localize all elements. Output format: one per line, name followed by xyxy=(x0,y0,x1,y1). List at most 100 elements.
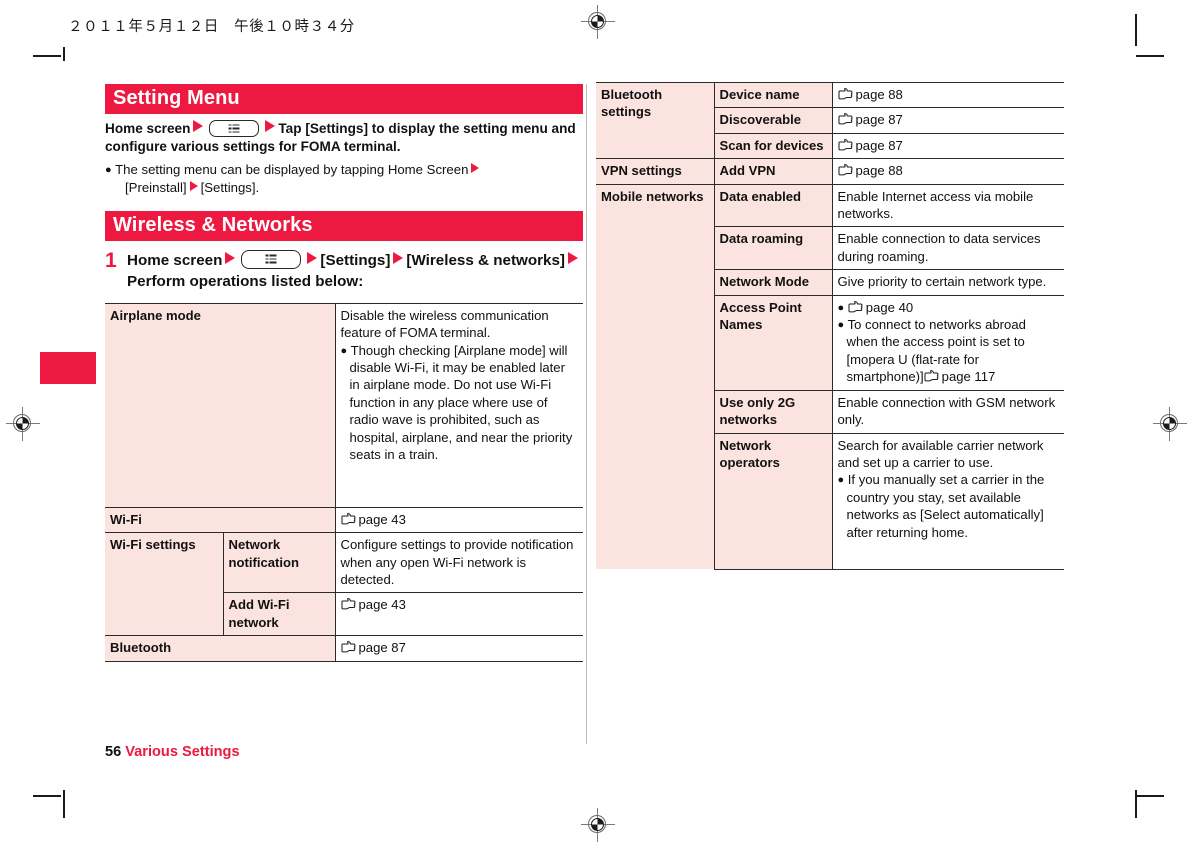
desc-text: Search for available carrier network and… xyxy=(837,437,1044,470)
left-column: Setting Menu Home screen Tap [Settings] t… xyxy=(105,84,583,662)
pointing-hand-icon xyxy=(837,88,853,101)
page-ref: page 40 xyxy=(865,299,914,315)
column-divider xyxy=(586,84,587,744)
note-c: [Settings]. xyxy=(200,179,260,195)
section-banner-setting-menu: Setting Menu xyxy=(105,84,583,114)
red-right-triangle-icon xyxy=(193,120,204,132)
registration-mark-left xyxy=(6,407,40,441)
page-ref: page 87 xyxy=(358,640,406,656)
row-sublabel-access-point-names: Access Point Names xyxy=(713,294,832,391)
wireless-networks-table-left: Airplane mode Disable the wireless commu… xyxy=(105,302,583,662)
desc-bullet: ● If you manually set a carrier in the c… xyxy=(838,471,1060,541)
page-footer: 56 Various Settings xyxy=(105,744,240,760)
row-desc-data-roaming: Enable connection to data services durin… xyxy=(831,226,1064,270)
table-row: Wi-Fi page 43 xyxy=(105,506,583,533)
crop-mark-top-left xyxy=(63,47,65,61)
desc-text: Disable the wireless communication featu… xyxy=(340,307,549,341)
row-desc-bluetooth: page 87 xyxy=(334,635,583,662)
note-b: [Preinstall] xyxy=(125,179,187,195)
row-desc-network-operators: Search for available carrier network and… xyxy=(831,432,1064,570)
row-sublabel-network-notification: Network notification xyxy=(222,532,336,593)
table-row: Airplane mode Disable the wireless commu… xyxy=(105,302,583,508)
menu-key-icon xyxy=(241,249,302,269)
row-sublabel-discoverable: Discoverable xyxy=(713,107,832,134)
bullet-dot: ● xyxy=(837,319,845,332)
page-canvas: ２０１１年５月１２日 午後１０時３４分 Setting Menu Home sc… xyxy=(0,0,1193,850)
note-sub: [Preinstall] [Settings]. xyxy=(115,179,583,197)
desc-bullet: ● To connect to networks abroad when the… xyxy=(838,316,1060,386)
red-right-triangle-icon xyxy=(265,120,276,132)
red-right-triangle-icon xyxy=(225,251,236,264)
row-desc-add-wifi-network: page 43 xyxy=(334,592,583,636)
step-body: Home screen [Settings] [Wireless & network… xyxy=(127,249,583,293)
row-sublabel-add-wifi-network: Add Wi-Fi network xyxy=(222,592,336,636)
row-sublabel-add-vpn: Add VPN xyxy=(713,158,832,185)
crop-mark-bottom-right-h xyxy=(1136,795,1164,797)
row-desc-add-vpn: page 88 xyxy=(831,158,1064,185)
page-ref: page 87 xyxy=(855,112,903,128)
procedure-step-1: 1 Home screen [Settings] [Wireless & netwo… xyxy=(105,248,583,293)
row-label-bluetooth-settings: Bluetooth settings xyxy=(596,81,714,159)
row-label-airplane-mode: Airplane mode xyxy=(105,302,336,508)
page-ref: page 117 xyxy=(941,369,996,385)
bullet-dot: ● xyxy=(340,344,348,357)
right-column: Bluetooth settings Device name page 88 D… xyxy=(596,81,1064,570)
row-sublabel-device-name: Device name xyxy=(713,81,832,108)
step-number: 1 xyxy=(105,248,117,272)
desc-bullet-text: If you manually set a carrier in the cou… xyxy=(846,472,1045,540)
bullet-dot: ● xyxy=(837,474,845,487)
row-label-bluetooth: Bluetooth xyxy=(105,635,336,662)
page-ref: page 87 xyxy=(855,137,903,153)
row-desc-wifi: page 43 xyxy=(334,506,583,533)
menu-key-icon xyxy=(209,120,260,137)
row-desc-device-name: page 88 xyxy=(831,81,1064,108)
row-sublabel-network-operators: Network operators xyxy=(713,432,832,570)
red-right-triangle-icon xyxy=(567,251,578,264)
row-label-wifi-settings: Wi-Fi settings xyxy=(105,532,223,636)
setting-menu-note: ● The setting menu can be displayed by t… xyxy=(105,161,583,197)
registration-mark-top xyxy=(581,5,615,39)
table-row: VPN settings Add VPN page 88 xyxy=(596,158,1064,185)
section-banner-wireless-networks: Wireless & Networks xyxy=(105,210,583,241)
lead-prefix: Home screen xyxy=(105,121,191,136)
step-d: Perform operations listed below: xyxy=(127,273,364,291)
footer-page-number: 56 xyxy=(105,744,122,760)
pointing-hand-icon xyxy=(848,300,863,314)
desc-bullet: ● Though checking [Airplane mode] will d… xyxy=(341,342,578,464)
row-label-mobile-networks: Mobile networks xyxy=(596,183,714,569)
crop-mark-bottom-left-v xyxy=(63,790,65,818)
thumb-index-tab xyxy=(40,352,96,384)
wireless-networks-table-right: Bluetooth settings Device name page 88 D… xyxy=(596,81,1064,570)
row-desc-network-mode: Give priority to certain network type. xyxy=(831,269,1064,296)
page-ref: page 43 xyxy=(358,597,406,613)
desc-bullet: ● page 40 xyxy=(838,299,1060,316)
red-right-triangle-icon xyxy=(307,251,318,264)
pointing-hand-icon xyxy=(341,598,356,611)
pointing-hand-icon xyxy=(837,138,853,152)
registration-mark-right xyxy=(1153,407,1187,441)
row-label-vpn-settings: VPN settings xyxy=(596,158,714,185)
pointing-hand-icon xyxy=(924,370,939,383)
row-desc-access-point-names: ● page 40 ● To connect to networks abroa… xyxy=(831,294,1064,391)
bullet-dot: ● xyxy=(105,163,112,176)
crop-mark-right-upper xyxy=(1136,55,1164,57)
row-label-wifi: Wi-Fi xyxy=(105,506,336,533)
page-ref: page 88 xyxy=(855,87,903,102)
crop-mark-left-upper xyxy=(33,55,61,57)
table-row: Bluetooth page 87 xyxy=(105,635,583,662)
row-desc-scan-for-devices: page 87 xyxy=(831,132,1064,159)
row-desc-discoverable: page 87 xyxy=(831,107,1064,134)
crop-mark-top-right xyxy=(1135,14,1137,46)
footer-section-title: Various Settings xyxy=(125,744,240,760)
row-desc-data-enabled: Enable Internet access via mobile networ… xyxy=(831,183,1064,227)
step-b: [Settings] xyxy=(320,251,391,269)
setting-menu-lead: Home screen Tap [Settings] to display the… xyxy=(105,120,583,157)
page-ref: page 43 xyxy=(358,511,406,527)
table-row: Mobile networks Data enabled Enable Inte… xyxy=(596,183,1064,569)
row-sublabel-data-roaming: Data roaming xyxy=(713,226,832,270)
pointing-hand-icon xyxy=(837,164,853,177)
row-sublabel-scan-for-devices: Scan for devices xyxy=(713,132,832,159)
pointing-hand-icon xyxy=(341,641,356,654)
crop-mark-bottom-left-h xyxy=(33,795,61,797)
step-c: [Wireless & networks] xyxy=(406,251,565,269)
